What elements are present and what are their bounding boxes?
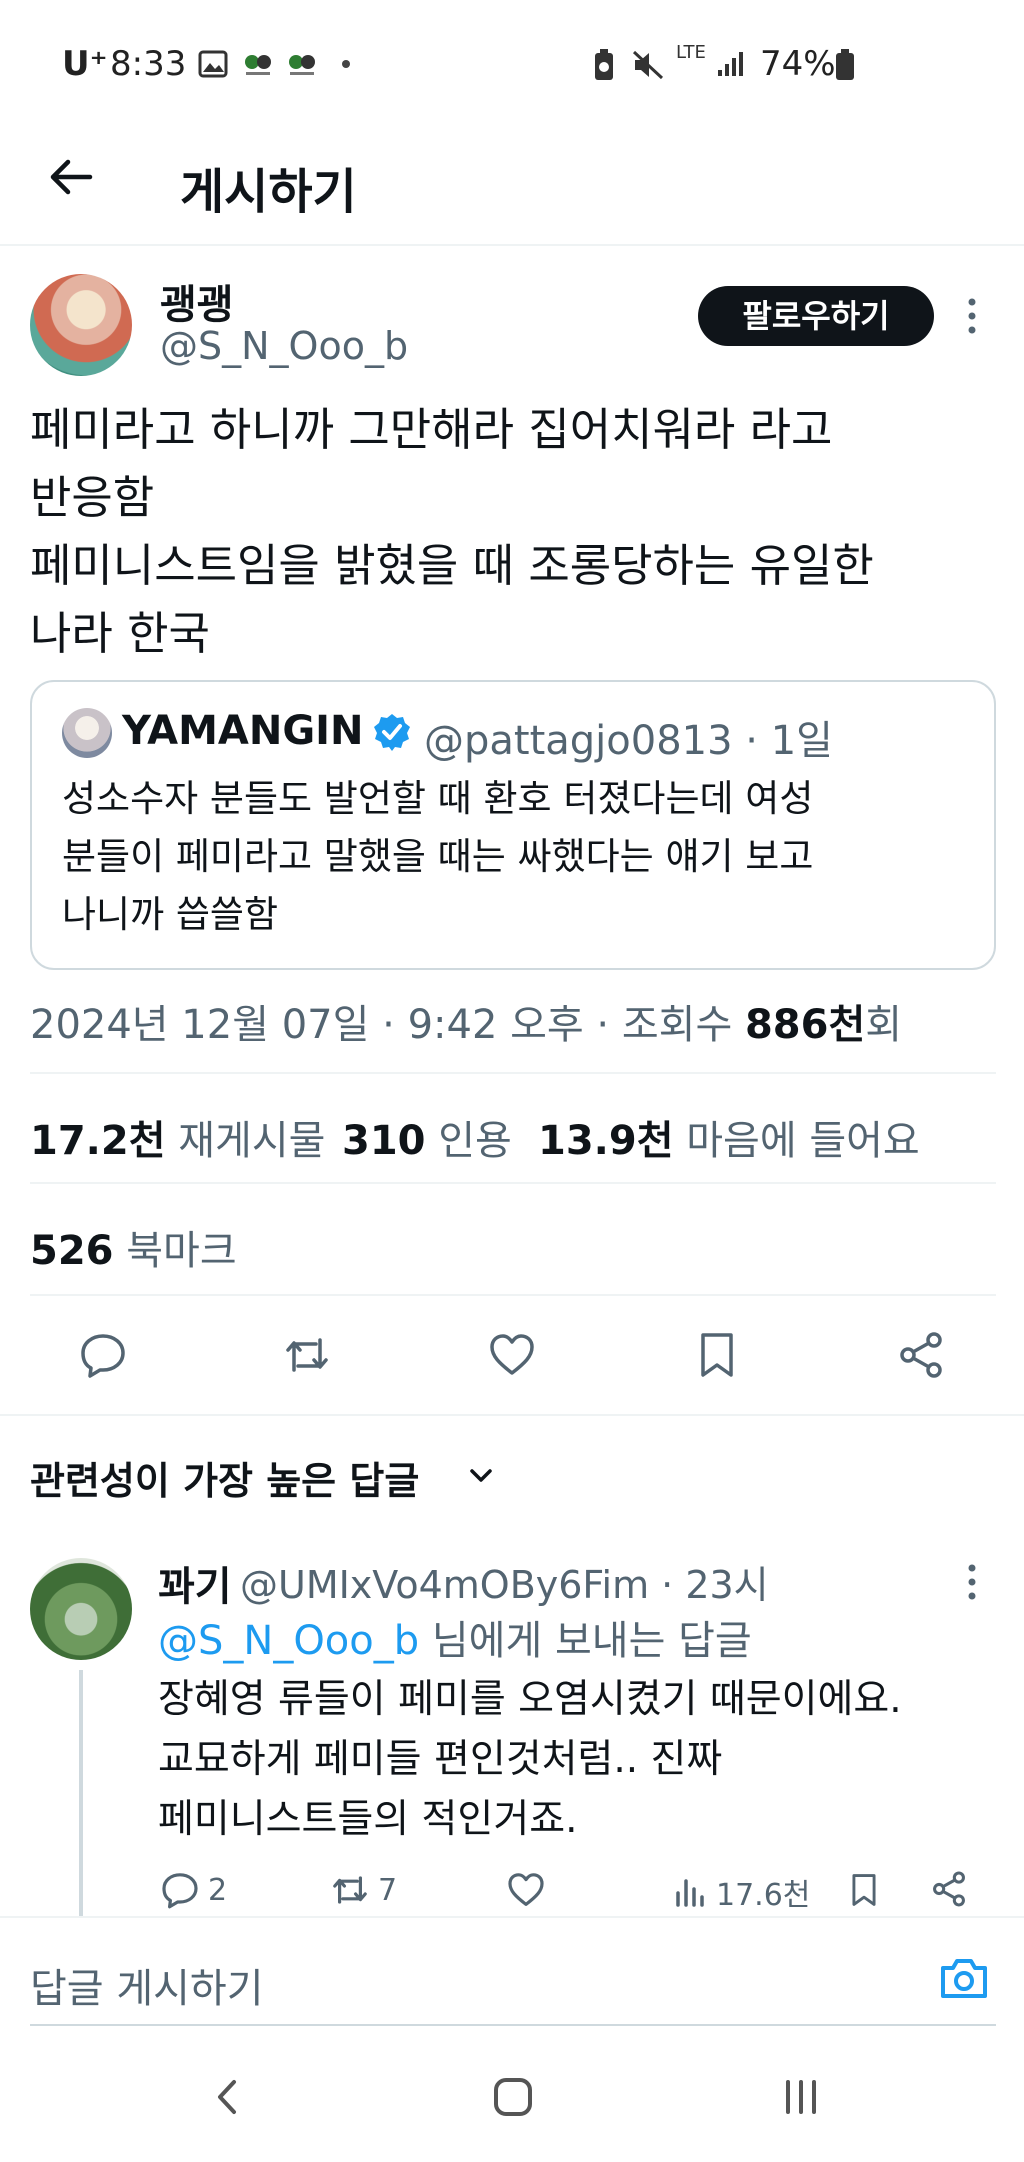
quote-author-handle: @pattagjo0813 · 1일: [424, 718, 833, 764]
battery-icon: [834, 48, 856, 82]
replies-sort-label[interactable]: 관련성이 가장 높은 답글: [30, 1450, 419, 1505]
reply-to-suffix: 님에게 보내는 답글: [419, 1618, 752, 1664]
reply-repost-button[interactable]: 7: [330, 1870, 397, 1910]
quotes-stat[interactable]: 310 인용: [342, 1108, 512, 1166]
reply-author-handle[interactable]: @UMIxVo4mOBy6Fim · 23시: [240, 1554, 769, 1609]
author-name[interactable]: 괭괭: [160, 272, 234, 330]
author-avatar[interactable]: [30, 274, 132, 376]
app-notification-icon: [286, 50, 318, 78]
quote-author-avatar: [62, 708, 112, 758]
share-icon[interactable]: [896, 1330, 946, 1380]
reply-views-button[interactable]: 17.6천: [674, 1870, 810, 1914]
divider: [0, 1414, 1024, 1416]
divider: [30, 1294, 996, 1296]
reply-to-label: @S_N_Ooo_b 님에게 보내는 답글: [158, 1608, 752, 1666]
views-icon: [676, 1879, 704, 1907]
quote-text: 성소수자 분들도 발언할 때 환호 터졌다는데 여성 분들이 페미라고 말했을 …: [62, 777, 814, 936]
tweet-timestamp-views: 2024년 12월 07일 · 9:42 오후 · 조회수 886천회: [30, 992, 902, 1050]
reply-input[interactable]: 답글 게시하기: [30, 1956, 264, 2014]
reposts-stat[interactable]: 17.2천 재게시물: [30, 1108, 325, 1166]
author-handle[interactable]: @S_N_Ooo_b: [160, 324, 408, 368]
thread-line: [79, 1670, 83, 1920]
carrier-label: U⁺: [62, 44, 108, 84]
reply-author-avatar[interactable]: [30, 1558, 132, 1660]
more-options-icon[interactable]: [960, 1562, 984, 1602]
nav-back-icon[interactable]: [204, 2072, 254, 2122]
reply-like-button[interactable]: [506, 1870, 546, 1910]
reply-author-name[interactable]: 꽈기: [158, 1554, 232, 1612]
likes-count: 13.9천: [538, 1118, 674, 1164]
views-count: 886천: [744, 1002, 866, 1048]
divider: [30, 1182, 996, 1184]
network-type-label: LTE: [676, 42, 706, 63]
status-time: 8:33: [110, 44, 187, 84]
battery-percent: 74%: [760, 44, 836, 84]
nav-recents-icon[interactable]: [776, 2072, 826, 2122]
reply-bookmark-button[interactable]: [846, 1870, 882, 1910]
bookmark-icon: [852, 1874, 876, 1906]
nav-home-icon[interactable]: [488, 2072, 538, 2122]
back-arrow-icon[interactable]: [46, 152, 96, 202]
likes-stat[interactable]: 13.9천 마음에 들어요: [538, 1108, 920, 1166]
reply-reply-button[interactable]: 2: [160, 1870, 227, 1910]
more-notifications-icon: [342, 60, 350, 68]
divider: [30, 1072, 996, 1074]
quotes-label: 인용: [438, 1118, 512, 1164]
gallery-icon: [198, 50, 228, 78]
quotes-count: 310: [342, 1118, 426, 1164]
reply-icon: [162, 1873, 198, 1909]
views-suffix: 회: [865, 1002, 903, 1048]
mute-icon: [632, 50, 666, 80]
input-underline: [30, 2024, 996, 2026]
bookmark-icon[interactable]: [692, 1330, 742, 1380]
reply-to-handle-link[interactable]: @S_N_Ooo_b: [158, 1618, 419, 1664]
top-header: [0, 130, 1024, 246]
follow-button[interactable]: 팔로우하기: [698, 286, 934, 346]
repost-icon: [333, 1876, 367, 1904]
quote-author-name: YAMANGIN: [122, 708, 364, 754]
battery-saver-icon: [592, 48, 616, 82]
reply-text: 장혜영 류들이 페미를 오염시켰기 때문이에요. 교묘하게 페미들 편인것처럼.…: [158, 1677, 902, 1842]
page-title: 게시하기: [180, 164, 357, 220]
more-options-icon[interactable]: [960, 296, 984, 336]
reply-reposts-count: 7: [378, 1872, 398, 1908]
like-icon[interactable]: [487, 1330, 537, 1380]
chevron-down-icon[interactable]: [466, 1460, 496, 1490]
reposts-label: 재게시물: [178, 1118, 326, 1164]
repost-icon[interactable]: [282, 1330, 332, 1380]
tweet-text: 페미라고 하니까 그만해라 집어치워라 라고 반응함 페미니스트임을 밝혔을 때…: [30, 403, 874, 660]
signal-icon: [716, 50, 746, 78]
verified-badge-icon: [372, 712, 412, 752]
app-notification-icon: [242, 50, 274, 78]
reply-share-button[interactable]: [930, 1870, 968, 1908]
timestamp-label: 2024년 12월 07일 · 9:42 오후 · 조회수: [30, 1002, 745, 1048]
likes-label: 마음에 들어요: [686, 1118, 920, 1164]
reply-views-count: 17.6천: [716, 1878, 811, 1913]
reply-icon[interactable]: [78, 1330, 128, 1380]
like-icon: [508, 1873, 544, 1906]
bookmarks-label: 북마크: [126, 1228, 237, 1274]
bookmarks-stat[interactable]: 526 북마크: [30, 1218, 237, 1276]
reposts-count: 17.2천: [30, 1118, 166, 1164]
share-icon: [933, 1871, 965, 1907]
reply-replies-count: 2: [208, 1872, 228, 1908]
bookmarks-count: 526: [30, 1228, 114, 1274]
camera-icon[interactable]: [938, 1954, 990, 2002]
